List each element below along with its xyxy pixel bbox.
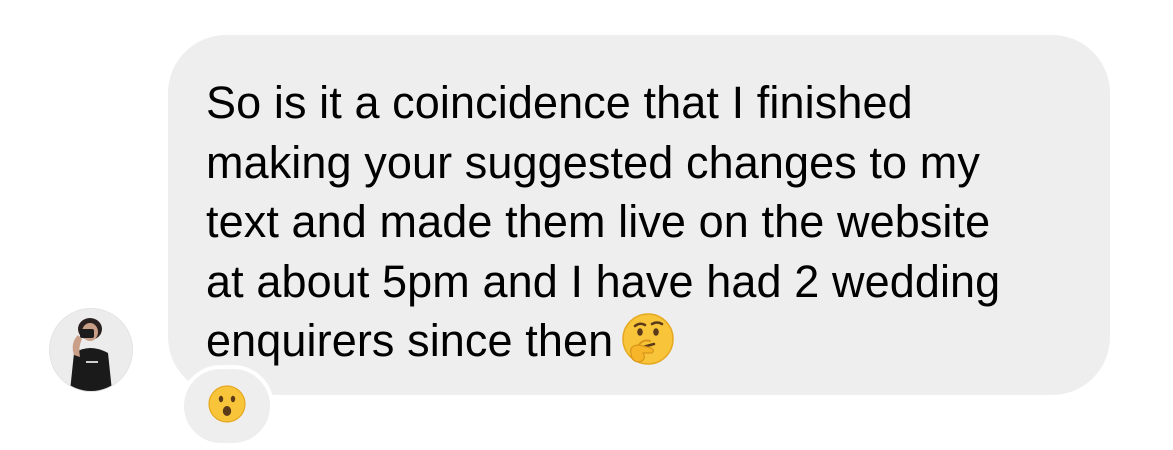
face-with-open-mouth-emoji	[207, 384, 247, 429]
thinking-face-emoji	[621, 312, 675, 381]
message-line: text and made them live on the website	[206, 196, 991, 247]
message-line: making your suggested changes to my	[206, 136, 980, 188]
reaction-badge[interactable]	[180, 365, 274, 447]
message-text: So is it a coincidence that I finished m…	[206, 73, 1080, 381]
message-line: at about 5pm and I have had 2 wedding	[206, 255, 1001, 307]
message-line: enquirers since then	[206, 315, 614, 366]
incoming-message-bubble[interactable]: So is it a coincidence that I finished m…	[168, 35, 1110, 395]
sender-avatar[interactable]	[50, 309, 132, 391]
message-line: So is it a coincidence that I finished	[206, 77, 913, 128]
